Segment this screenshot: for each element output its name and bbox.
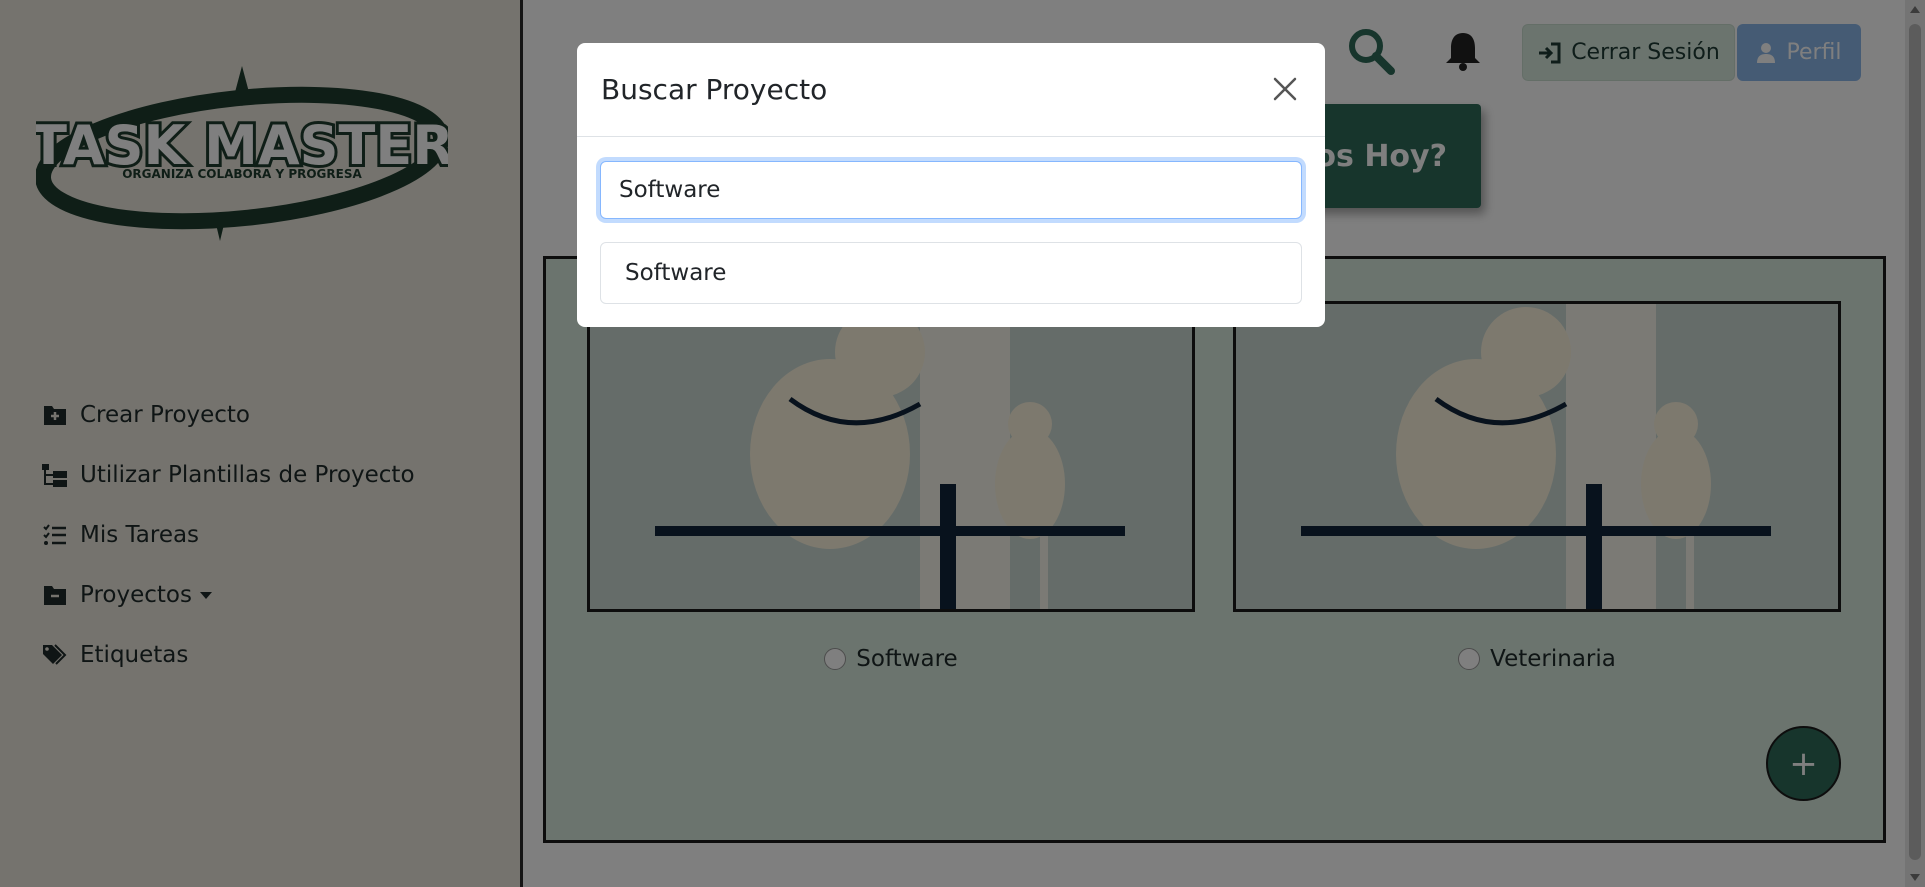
- modal-body: Software: [577, 137, 1325, 328]
- search-result-item[interactable]: Software: [600, 242, 1302, 304]
- modal-title: Buscar Proyecto: [601, 73, 828, 106]
- search-project-modal: Buscar Proyecto Software: [577, 43, 1325, 327]
- close-icon[interactable]: [1267, 71, 1303, 107]
- modal-header: Buscar Proyecto: [577, 43, 1325, 137]
- project-search-input[interactable]: [600, 161, 1302, 219]
